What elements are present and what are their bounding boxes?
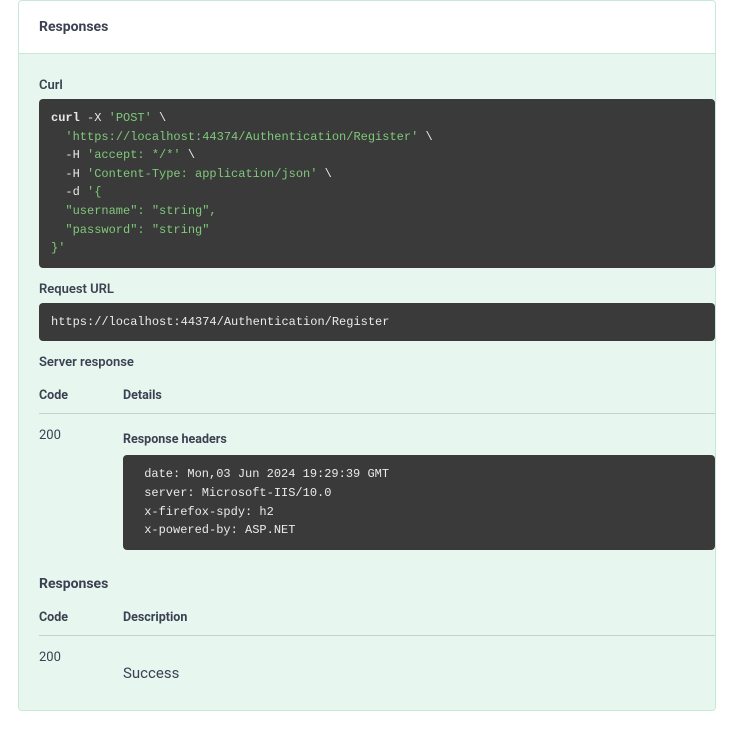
col-details-header: Details xyxy=(123,388,715,403)
curl-label: Curl xyxy=(39,78,715,93)
curl-body-open: '{ xyxy=(87,185,101,199)
responses-panel: Responses Curl curl -X 'POST' \ 'https:/… xyxy=(18,0,716,711)
responses-table-header: Code Description xyxy=(39,600,715,636)
server-response-label: Server response xyxy=(39,355,715,370)
curl-accept: 'accept: */*' xyxy=(87,148,181,162)
curl-body-l2: "password": "string" xyxy=(51,223,209,237)
curl-body-close: }' xyxy=(51,241,65,255)
curl-body-l1: "username": "string", xyxy=(51,204,217,218)
col-code-header: Code xyxy=(39,388,123,403)
curl-bs4: \ xyxy=(325,167,332,181)
request-url-label: Request URL xyxy=(39,282,715,297)
curl-bs3: \ xyxy=(188,148,195,162)
curl-cmd: curl xyxy=(51,111,80,125)
responses-header: Responses xyxy=(19,1,715,54)
curl-flag-h2: -H xyxy=(65,167,79,181)
response-headers-label: Response headers xyxy=(123,432,715,447)
curl-flag-h1: -H xyxy=(65,148,79,162)
curl-bs1: \ xyxy=(159,111,166,125)
resp-col-code-header: Code xyxy=(39,610,123,625)
request-url-block[interactable]: https://localhost:44374/Authentication/R… xyxy=(39,303,715,342)
server-details: Response headers date: Mon,03 Jun 2024 1… xyxy=(123,428,715,549)
response-headers-block[interactable]: date: Mon,03 Jun 2024 19:29:39 GMT serve… xyxy=(123,455,715,549)
resp-col-desc-header: Description xyxy=(123,610,715,625)
server-code: 200 xyxy=(39,428,123,549)
curl-code-block[interactable]: curl -X 'POST' \ 'https://localhost:4437… xyxy=(39,99,715,268)
responses-details: Success xyxy=(123,650,715,682)
curl-flag-d: -d xyxy=(65,185,79,199)
server-row: 200 Response headers date: Mon,03 Jun 20… xyxy=(39,414,715,557)
curl-ct: 'Content-Type: application/json' xyxy=(87,167,317,181)
responses-code: 200 xyxy=(39,650,123,682)
curl-method: 'POST' xyxy=(109,111,152,125)
curl-flag-x: -X xyxy=(87,111,101,125)
responses-body: Curl curl -X 'POST' \ 'https://localhost… xyxy=(19,54,715,710)
server-table-header: Code Details xyxy=(39,378,715,414)
responses-title: Responses xyxy=(39,19,695,35)
curl-bs2: \ xyxy=(425,130,432,144)
responses-row: 200 Success xyxy=(39,636,715,690)
curl-url: 'https://localhost:44374/Authentication/… xyxy=(65,130,418,144)
request-url-value: https://localhost:44374/Authentication/R… xyxy=(51,315,389,329)
responses-sub-label: Responses xyxy=(39,576,715,592)
responses-desc: Success xyxy=(123,650,715,682)
